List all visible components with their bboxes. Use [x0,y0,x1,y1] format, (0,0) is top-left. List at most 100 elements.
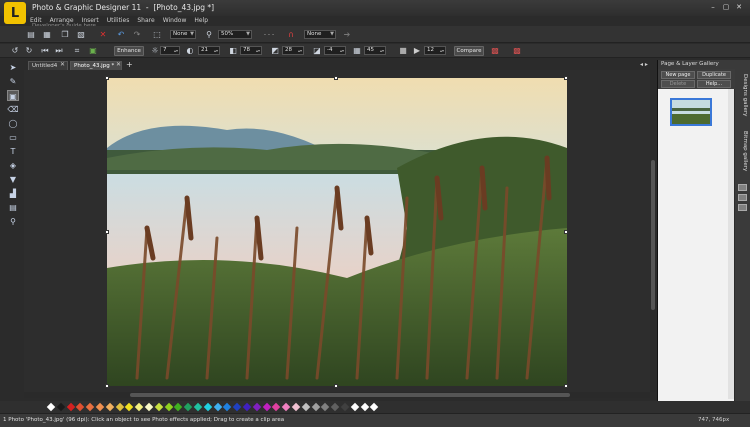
tab-photo-43[interactable]: Photo_43.jpg * [70,61,122,70]
color-swatch[interactable] [223,402,232,412]
color-swatch[interactable] [281,402,291,412]
maximize-button[interactable]: ▢ [721,3,731,12]
open-folder-icon[interactable]: ▦ [42,29,52,40]
photo-icon[interactable]: ▣ [88,45,98,56]
color-swatch[interactable] [125,402,134,412]
page-thumbnail[interactable] [670,98,712,126]
new-tab-icon[interactable]: + [126,60,133,69]
color-swatch[interactable] [76,402,85,412]
contrast-field[interactable]: 21 ▴▾ [198,46,220,55]
blur-field[interactable]: 45 ▴▾ [364,46,386,55]
color-swatch[interactable] [193,402,203,412]
contour-tool-icon[interactable]: ▤ [7,202,19,213]
color-swatch[interactable] [262,402,271,412]
resize-handle[interactable] [334,76,338,80]
play-icon[interactable]: ▶ [412,45,422,56]
photo-tool-icon[interactable]: ▣ [7,90,19,101]
resize-handle[interactable] [564,76,568,80]
resize-handle[interactable] [564,230,568,234]
spinner-icon[interactable]: ▴▾ [440,47,444,54]
horizontal-scroll-thumb[interactable] [130,393,570,397]
fill-tool-icon[interactable]: ◈ [7,160,19,171]
app-logo-icon[interactable]: L [4,2,26,24]
color-swatch[interactable] [232,402,242,412]
brightness-field[interactable]: 7 ▴▾ [160,46,180,55]
new-page-button[interactable]: New page [661,71,695,79]
tabs-menu-icon[interactable]: ◂ ▸ [640,61,648,68]
skip-forward-icon[interactable]: ⏭ [54,45,64,56]
menu-help[interactable]: Help [194,17,208,26]
color-swatch[interactable] [291,402,301,412]
color-swatch[interactable] [164,402,173,412]
color-swatch[interactable] [272,402,281,412]
color-swatch[interactable] [85,402,95,412]
color-swatch[interactable] [360,402,369,412]
spinner-icon[interactable]: ▴▾ [380,47,384,54]
color-swatch[interactable] [95,402,105,412]
duplicate-button[interactable]: Duplicate [697,71,731,79]
temperature-field[interactable]: 28 ▴▾ [282,46,304,55]
color-swatch[interactable] [154,402,164,412]
color-swatch[interactable] [340,402,350,412]
delete-button[interactable]: Delete [661,80,695,88]
spinner-icon[interactable]: ▴▾ [298,47,302,54]
skip-back-icon[interactable]: ⏮ [40,45,50,56]
rectangle-tool-icon[interactable]: ▭ [7,132,19,143]
transparency-tool-icon[interactable]: ▼ [7,174,19,185]
color-swatch[interactable] [321,402,330,412]
gallery-scrollbar[interactable] [728,89,734,399]
compare-button[interactable]: Compare [454,46,484,56]
photo-settings-icon[interactable]: ▩ [512,45,522,56]
text-tool-icon[interactable]: T [7,146,19,157]
rotate-right-icon[interactable]: ↻ [24,45,34,56]
rotate-left-icon[interactable]: ↺ [10,45,20,56]
color-swatch[interactable] [144,402,154,412]
color-swatch[interactable] [105,402,115,412]
color-swatch[interactable] [183,402,193,412]
crop-icon[interactable]: ⌗ [72,45,82,56]
play-field[interactable]: 12 ▴▾ [424,46,446,55]
new-document-icon[interactable]: ▤ [26,29,36,40]
saturation-field[interactable]: 78 ▴▾ [240,46,262,55]
color-swatch[interactable] [311,402,320,412]
redo-icon[interactable]: ↷ [132,29,142,40]
resize-handle[interactable] [105,384,109,388]
close-button[interactable]: ✕ [734,3,744,12]
enhance-button[interactable]: Enhance [114,46,144,56]
selection-icon[interactable]: ⬚ [152,29,162,40]
shadow-tool-icon[interactable]: ▟ [7,188,19,199]
designs-gallery-tab[interactable]: Designs gallery [737,68,748,122]
arrow-right-icon[interactable]: ➔ [342,29,352,40]
feather-dropdown[interactable]: None ▼ [304,30,336,39]
paste-icon[interactable]: ▧ [76,29,86,40]
color-swatch[interactable] [370,402,379,412]
line-style-icon[interactable]: - - - [258,29,280,40]
color-swatch[interactable] [252,402,262,412]
color-swatch[interactable] [242,402,252,412]
resize-handle[interactable] [334,384,338,388]
menu-share[interactable]: Share [137,17,154,26]
selector-tool-icon[interactable]: ➤ [7,62,19,73]
zoom-icon[interactable]: ⚲ [204,29,214,40]
resize-handle[interactable] [564,384,568,388]
gallery-icon[interactable] [738,204,747,211]
menu-utilities[interactable]: Utilities [107,17,130,26]
resize-handle[interactable] [105,76,109,80]
color-swatch[interactable] [203,402,213,412]
selection-dropdown[interactable]: None ▼ [170,30,196,39]
export-photo-icon[interactable]: ▩ [490,45,500,56]
copy-icon[interactable]: ❐ [60,29,70,40]
bitmap-gallery-tab[interactable]: Bitmap gallery [737,124,748,178]
pen-tool-icon[interactable]: ✎ [7,76,19,87]
magnet-icon[interactable]: ∩ [286,29,296,40]
close-tab-icon[interactable]: ✕ [116,61,121,68]
resize-handle[interactable] [105,230,109,234]
spinner-icon[interactable]: ▴▾ [256,47,260,54]
gallery-icon[interactable] [738,184,747,191]
color-swatch[interactable] [66,402,75,412]
color-swatch[interactable] [174,402,183,412]
color-swatch[interactable] [56,402,66,412]
zoom-dropdown[interactable]: 50% ▼ [218,30,252,39]
color-swatch[interactable] [301,402,311,412]
color-swatch[interactable] [330,402,340,412]
